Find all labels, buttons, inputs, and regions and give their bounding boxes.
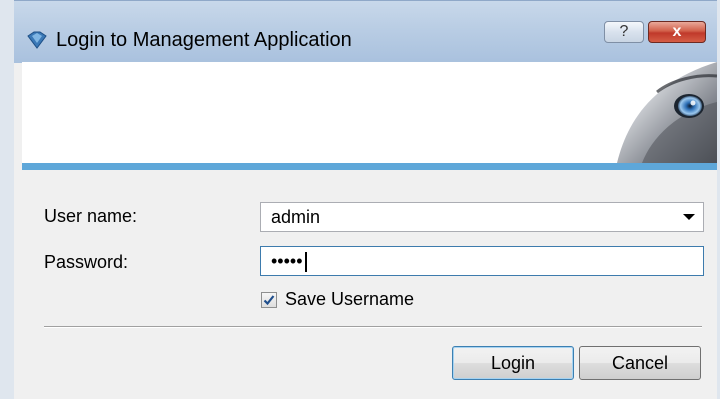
password-field[interactable]: ••••• <box>260 246 704 276</box>
checkmark-icon <box>263 295 275 306</box>
close-button[interactable]: x <box>648 21 706 43</box>
login-dialog: Login to Management Application ? x User… <box>14 0 717 399</box>
password-label: Password: <box>44 252 129 272</box>
save-username-checkbox[interactable] <box>261 292 277 308</box>
chevron-down-icon[interactable] <box>683 214 695 220</box>
window-title: Login to Management Application <box>56 29 352 51</box>
help-button[interactable]: ? <box>604 21 644 43</box>
cancel-button[interactable]: Cancel <box>579 346 701 380</box>
save-username-label[interactable]: Save Username <box>285 289 414 310</box>
username-value: admin <box>271 207 321 227</box>
login-form: User name: admin Password: ••••• Save Us… <box>22 170 717 399</box>
username-combobox[interactable]: admin <box>260 202 704 232</box>
title-bar[interactable]: Login to Management Application ? x <box>14 0 717 63</box>
text-caret <box>304 252 307 273</box>
password-value: ••••• <box>271 251 303 271</box>
form-divider <box>44 326 702 328</box>
username-label: User name: <box>44 206 138 226</box>
app-diamond-icon <box>26 31 48 49</box>
login-button[interactable]: Login <box>452 346 574 380</box>
header-banner <box>22 62 717 163</box>
banner-divider <box>22 163 717 170</box>
wolf-eye-logo <box>617 62 717 163</box>
